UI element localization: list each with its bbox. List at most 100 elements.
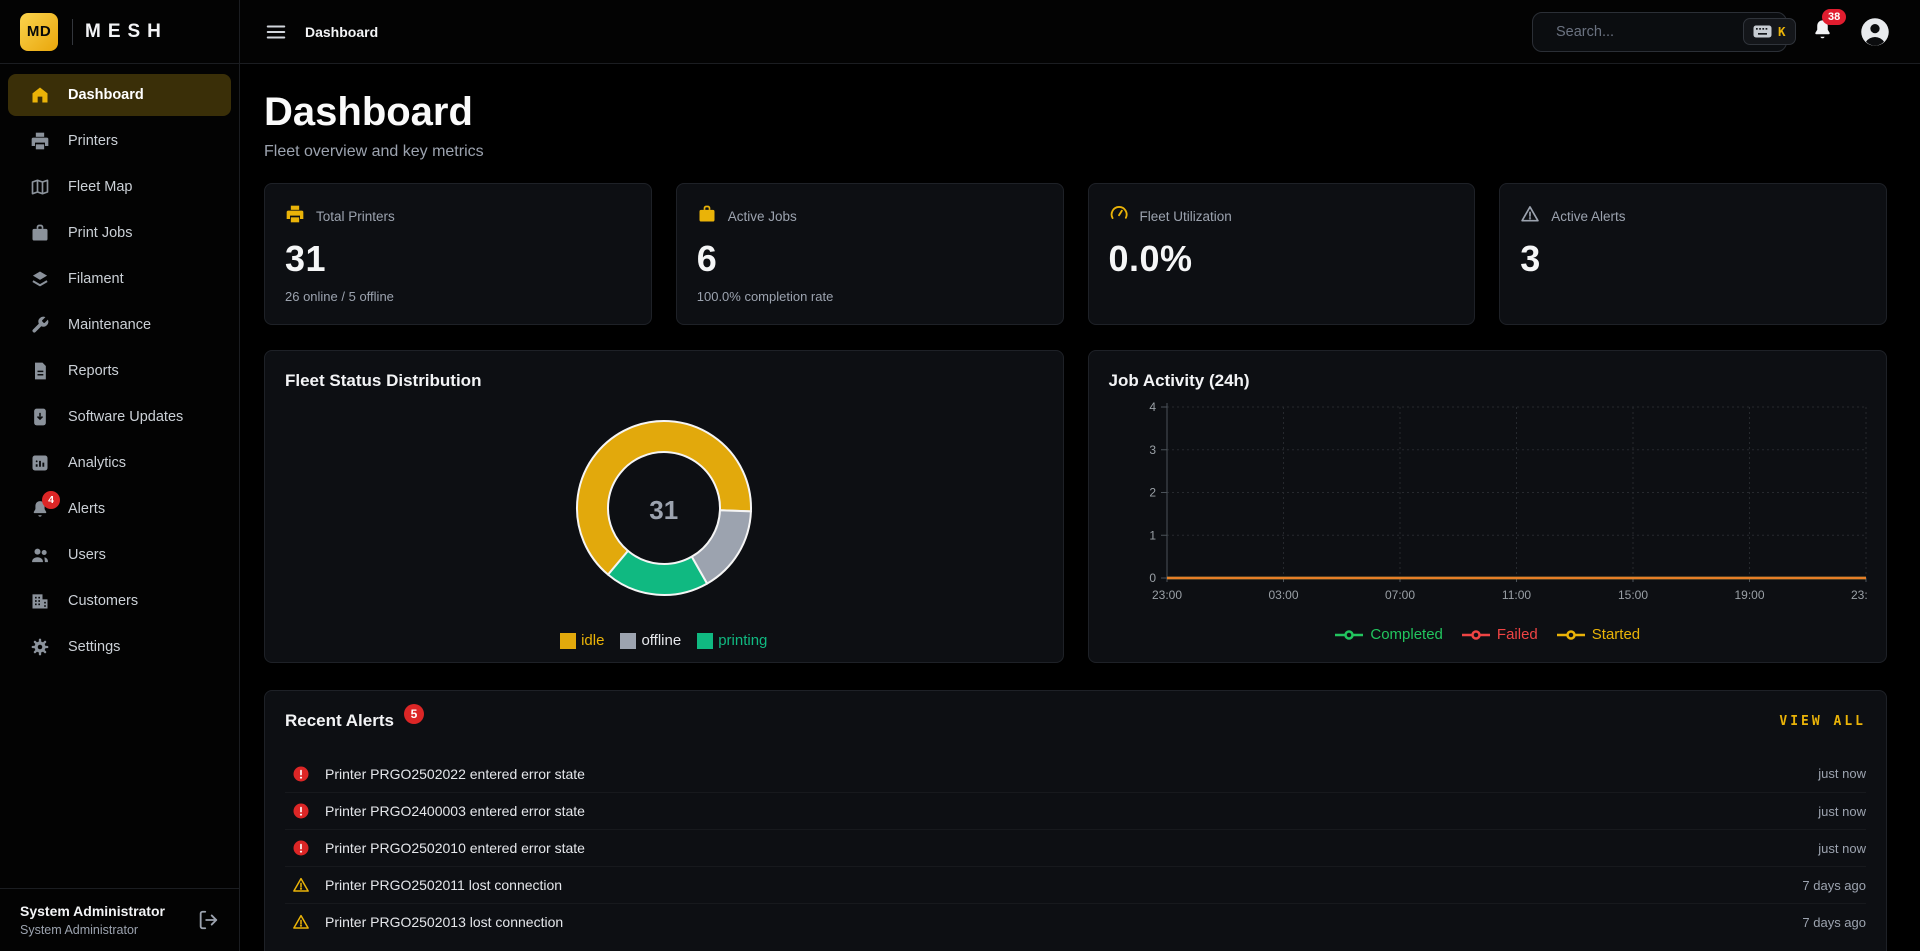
- sidebar-nav: Dashboard Printers Fleet Map Print Jobs …: [0, 64, 239, 888]
- svg-text:1: 1: [1149, 528, 1156, 542]
- svg-text:2: 2: [1149, 486, 1156, 500]
- brand-name: MESH: [85, 21, 168, 43]
- breadcrumb: Dashboard: [305, 24, 378, 40]
- stat-value: 0.0%: [1109, 238, 1455, 280]
- sidebar-item-fleet-map[interactable]: Fleet Map: [8, 166, 231, 208]
- sidebar-item-reports[interactable]: Reports: [8, 350, 231, 392]
- stat-card-active-alerts: Active Alerts 3: [1499, 183, 1887, 325]
- sidebar: MD MESH Dashboard Printers Fleet Map Pri…: [0, 0, 240, 951]
- map-icon: [30, 177, 50, 197]
- svg-text:3: 3: [1149, 443, 1156, 457]
- charts-row: Fleet Status Distribution 31 idle offlin…: [264, 350, 1887, 663]
- alert-row[interactable]: Printer PRGO2502013 lost connection 7 da…: [285, 903, 1866, 940]
- legend-item-completed[interactable]: Completed: [1334, 626, 1443, 643]
- legend-swatch: [620, 633, 636, 649]
- sidebar-item-dashboard[interactable]: Dashboard: [8, 74, 231, 116]
- logo-divider: [72, 19, 73, 45]
- line-chart: 0123423:0003:0007:0011:0015:0019:0023:00: [1109, 395, 1868, 607]
- sidebar-item-settings[interactable]: Settings: [8, 626, 231, 668]
- users-icon: [30, 545, 50, 565]
- notification-count-badge: 38: [1822, 9, 1846, 25]
- alerts-title: Recent Alerts: [285, 711, 394, 731]
- svg-text:0: 0: [1149, 571, 1156, 585]
- svg-text:07:00: 07:00: [1384, 588, 1414, 602]
- search-input[interactable]: [1556, 24, 1743, 40]
- page-title: Dashboard: [264, 90, 1887, 135]
- alert-time: 7 days ago: [1802, 878, 1866, 893]
- avatar[interactable]: [1860, 17, 1890, 47]
- notifications-bell-icon[interactable]: 38: [1811, 18, 1834, 46]
- sidebar-item-label: Filament: [68, 271, 124, 287]
- bar-chart-icon: [30, 453, 50, 473]
- legend-item-failed[interactable]: Failed: [1461, 626, 1538, 643]
- legend-item-offline[interactable]: offline: [620, 632, 681, 649]
- warning-icon: [292, 913, 310, 931]
- error-icon: [292, 839, 310, 857]
- hamburger-menu-icon[interactable]: [265, 21, 287, 43]
- sidebar-item-printers[interactable]: Printers: [8, 120, 231, 162]
- sidebar-item-customers[interactable]: Customers: [8, 580, 231, 622]
- file-text-icon: [30, 361, 50, 381]
- warning-triangle-icon: [1520, 204, 1540, 229]
- sidebar-item-label: Fleet Map: [68, 179, 132, 195]
- job-activity-card: Job Activity (24h) 0123423:0003:0007:001…: [1088, 350, 1888, 663]
- stat-value: 6: [697, 238, 1043, 280]
- sidebar-user-box: System Administrator System Administrato…: [0, 888, 239, 951]
- alert-time: just now: [1818, 804, 1866, 819]
- svg-text:11:00: 11:00: [1501, 588, 1530, 602]
- wrench-icon: [30, 315, 50, 335]
- legend-item-started[interactable]: Started: [1556, 626, 1640, 643]
- error-icon: [292, 802, 310, 820]
- content: Dashboard Fleet overview and key metrics…: [240, 64, 1920, 951]
- stat-label: Total Printers: [316, 209, 395, 224]
- logout-icon[interactable]: [197, 909, 219, 931]
- briefcase-icon: [30, 223, 50, 243]
- svg-text:15:00: 15:00: [1617, 588, 1647, 602]
- app-root: MD MESH Dashboard Printers Fleet Map Pri…: [0, 0, 1920, 951]
- alert-time: just now: [1818, 841, 1866, 856]
- home-icon: [30, 85, 50, 105]
- legend-swatch: [697, 633, 713, 649]
- sidebar-item-software-updates[interactable]: Software Updates: [8, 396, 231, 438]
- alerts-list: Printer PRGO2502022 entered error state …: [285, 755, 1866, 940]
- stat-label: Fleet Utilization: [1140, 209, 1232, 224]
- brand: MD MESH: [0, 0, 239, 64]
- stat-value: 3: [1520, 238, 1866, 280]
- sidebar-item-analytics[interactable]: Analytics: [8, 442, 231, 484]
- svg-text:23:00: 23:00: [1850, 588, 1867, 602]
- alert-row[interactable]: Printer PRGO2502011 lost connection 7 da…: [285, 866, 1866, 903]
- alert-row[interactable]: Printer PRGO2502010 entered error state …: [285, 829, 1866, 866]
- sidebar-item-alerts[interactable]: 4 Alerts: [8, 488, 231, 530]
- device-download-icon: [30, 407, 50, 427]
- stats-row: Total Printers 31 26 online / 5 offline …: [264, 183, 1887, 325]
- view-all-button[interactable]: VIEW ALL: [1779, 714, 1866, 729]
- chart-title: Job Activity (24h): [1109, 371, 1867, 391]
- sidebar-item-print-jobs[interactable]: Print Jobs: [8, 212, 231, 254]
- legend-swatch: [560, 633, 576, 649]
- alert-message: Printer PRGO2502010 entered error state: [325, 840, 585, 856]
- alerts-count-badge: 5: [404, 704, 424, 724]
- alert-row[interactable]: Printer PRGO2502022 entered error state …: [285, 755, 1866, 792]
- stat-card-active-jobs: Active Jobs 6 100.0% completion rate: [676, 183, 1064, 325]
- user-role: System Administrator: [20, 923, 165, 937]
- svg-text:23:00: 23:00: [1151, 588, 1181, 602]
- alerts-header: Recent Alerts 5 VIEW ALL: [285, 711, 1866, 731]
- legend-item-printing[interactable]: printing: [697, 632, 767, 649]
- sidebar-item-users[interactable]: Users: [8, 534, 231, 576]
- search-box: K: [1532, 12, 1787, 52]
- sidebar-item-label: Dashboard: [68, 87, 144, 103]
- sidebar-item-label: Print Jobs: [68, 225, 132, 241]
- svg-text:19:00: 19:00: [1734, 588, 1764, 602]
- sidebar-item-label: Customers: [68, 593, 138, 609]
- alert-time: 7 days ago: [1802, 915, 1866, 930]
- sidebar-item-label: Printers: [68, 133, 118, 149]
- alert-row[interactable]: Printer PRGO2400003 entered error state …: [285, 792, 1866, 829]
- briefcase-icon: [697, 204, 717, 229]
- sidebar-item-maintenance[interactable]: Maintenance: [8, 304, 231, 346]
- building-icon: [30, 591, 50, 611]
- stat-subtext: 100.0% completion rate: [697, 289, 1043, 304]
- legend-item-idle[interactable]: idle: [560, 632, 604, 649]
- shortcut-key-label: K: [1778, 24, 1786, 39]
- user-name: System Administrator: [20, 903, 165, 919]
- sidebar-item-filament[interactable]: Filament: [8, 258, 231, 300]
